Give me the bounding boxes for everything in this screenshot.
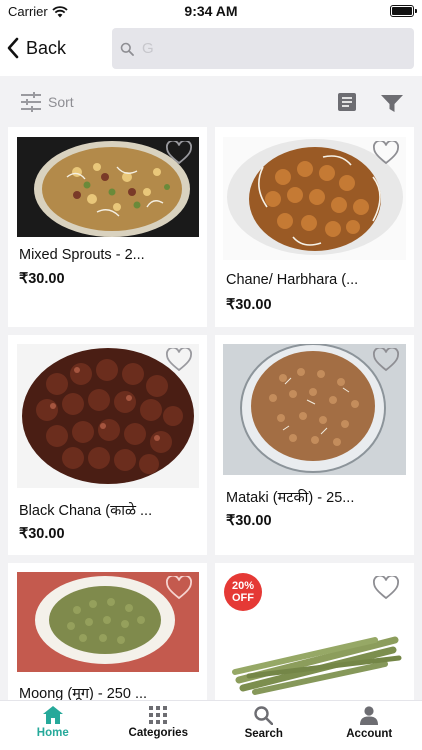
discount-percent: 20% [231,580,255,592]
product-price: ₹30.00 [19,271,65,287]
product-card[interactable]: Moong (मूग) - 250 ... [8,563,207,703]
tab-label: Categories [128,727,188,739]
sliders-icon [21,92,41,112]
product-name: Black Chana (काळे ... [19,503,153,519]
product-card[interactable]: Chane/ Harbhara (... ₹30.00 [215,127,414,327]
person-icon [360,706,379,725]
tab-label: Account [346,728,393,740]
filter-icon [381,95,403,112]
sort-label: Sort [48,94,74,110]
product-card[interactable]: Black Chana (काळे ... ₹30.00 [8,335,207,555]
product-name: Chane/ Harbhara (... [226,272,359,288]
product-card[interactable]: Mataki (मटकी) - 25... ₹30.00 [215,335,414,555]
product-name: Mataki (मटकी) - 25... [226,490,355,506]
search-icon [120,42,134,56]
heart-icon[interactable] [166,141,192,165]
battery-icon [390,5,417,17]
tab-account[interactable]: Account [317,701,422,750]
status-bar: Carrier 9:34 AM [0,0,422,22]
screen: Carrier 9:34 AM Back G Sort Mixed Sprout… [0,0,422,750]
search-box[interactable] [112,28,414,69]
product-image [225,618,405,698]
heart-icon[interactable] [166,576,192,600]
discount-off-label: OFF [232,592,254,604]
list-view-button[interactable] [338,93,356,116]
filter-button[interactable] [381,95,403,118]
chevron-left-icon [7,37,19,59]
list-view-icon [338,93,356,111]
product-price: ₹30.00 [226,297,272,313]
product-card[interactable]: Mixed Sprouts - 2... ₹30.00 [8,127,207,327]
tab-search[interactable]: Search [211,701,317,750]
sort-button[interactable]: Sort [20,92,74,112]
product-card[interactable]: 20% OFF [215,563,414,703]
grid-icon [149,706,168,724]
back-button[interactable]: Back [6,32,66,64]
tab-home[interactable]: Home [0,701,106,750]
tab-bar: Home Categories Search Account [0,700,422,750]
clock: 9:34 AM [184,3,238,19]
heart-icon[interactable] [373,576,399,600]
home-icon [42,706,63,724]
product-price: ₹30.00 [226,513,272,529]
search-input[interactable] [142,40,392,57]
header: Back [0,22,422,76]
tab-label: Search [244,728,283,740]
product-name: Mixed Sprouts - 2... [19,247,145,263]
product-price: ₹30.00 [19,526,65,542]
tab-label: Home [36,727,69,739]
sort-bar: Sort [0,76,422,128]
tab-categories[interactable]: Categories [106,701,212,750]
search-icon [254,706,274,725]
discount-badge: 20% OFF [224,573,262,611]
heart-icon[interactable] [166,348,192,372]
heart-icon[interactable] [373,348,399,372]
heart-icon[interactable] [373,141,399,165]
back-label: Back [26,37,67,58]
